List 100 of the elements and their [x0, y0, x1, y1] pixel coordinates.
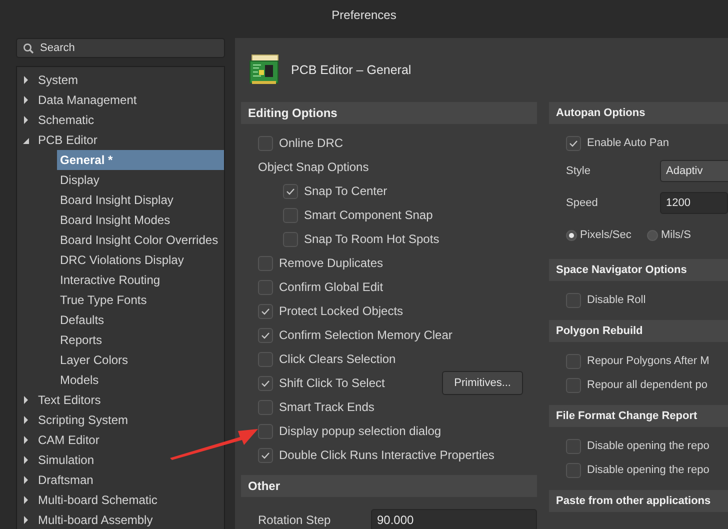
- search-icon: [23, 43, 34, 54]
- checkbox-label: Disable opening the repo: [587, 462, 710, 478]
- checkbox-label: Double Click Runs Interactive Properties: [279, 447, 494, 464]
- checkbox[interactable]: [258, 328, 273, 342]
- tree-item[interactable]: System: [35, 70, 82, 90]
- checkbox-label: Online DRC: [279, 135, 344, 152]
- tree-item[interactable]: Scripting System: [35, 410, 132, 430]
- checkmark-icon: [286, 188, 295, 194]
- checkbox[interactable]: [258, 400, 273, 414]
- tree-item[interactable]: Schematic: [35, 110, 98, 130]
- tree-item[interactable]: Simulation: [35, 450, 98, 470]
- tree-item[interactable]: Layer Colors: [57, 350, 224, 370]
- tree-item[interactable]: Multi-board Assembly: [35, 510, 156, 529]
- checkbox[interactable]: [566, 136, 581, 150]
- tree-item[interactable]: DRC Violations Display: [57, 250, 224, 270]
- checkbox[interactable]: [566, 438, 581, 454]
- search-field[interactable]: Search: [16, 38, 225, 58]
- checkbox-label: Remove Duplicates: [279, 255, 384, 272]
- caret-icon[interactable]: [23, 136, 29, 144]
- dropdown[interactable]: Adaptiv: [660, 160, 728, 182]
- checkbox[interactable]: [258, 256, 273, 270]
- checkmark-icon: [569, 140, 578, 146]
- section-header: Paste from other applications: [549, 490, 728, 512]
- group-label: Object Snap Options: [258, 159, 369, 176]
- checkbox[interactable]: [258, 352, 273, 366]
- checkbox[interactable]: [283, 208, 298, 222]
- tree-item[interactable]: Text Editors: [35, 390, 104, 410]
- tree-item[interactable]: Draftsman: [35, 470, 96, 490]
- section-header: Space Navigator Options: [549, 259, 728, 281]
- checkbox[interactable]: [258, 304, 273, 318]
- checkbox-label: Smart Track Ends: [279, 399, 374, 416]
- caret-icon[interactable]: [23, 476, 29, 484]
- window-title: Preferences: [332, 7, 396, 24]
- checkbox[interactable]: [258, 280, 273, 294]
- caret-icon[interactable]: [23, 116, 29, 124]
- tree-item[interactable]: Board Insight Modes: [57, 210, 224, 230]
- section-header: Autopan Options: [549, 102, 728, 124]
- tree-item[interactable]: Reports: [57, 330, 224, 350]
- checkbox[interactable]: [566, 354, 581, 368]
- checkbox-label: Repour all dependent po: [587, 378, 708, 393]
- checkbox-label: Snap To Room Hot Spots: [304, 231, 440, 248]
- page-title: PCB Editor – General: [291, 62, 412, 79]
- checkbox[interactable]: [566, 292, 581, 308]
- checkbox[interactable]: [566, 462, 581, 478]
- tree-item[interactable]: Display: [57, 170, 224, 190]
- tree-item[interactable]: Board Insight Display: [57, 190, 224, 210]
- checkbox[interactable]: [566, 378, 581, 392]
- section-header: Polygon Rebuild: [549, 320, 728, 342]
- primitives-button[interactable]: Primitives...: [442, 371, 523, 395]
- tree-item[interactable]: Board Insight Color Overrides: [57, 230, 224, 250]
- tree-item[interactable]: PCB Editor: [35, 130, 100, 150]
- checkmark-icon: [261, 308, 270, 314]
- tree-item[interactable]: Multi-board Schematic: [35, 490, 160, 510]
- checkbox-label: Snap To Center: [304, 183, 388, 200]
- field-label: Style: [566, 164, 592, 179]
- radio-button[interactable]: [566, 230, 577, 240]
- checkbox-label: Display popup selection dialog: [279, 423, 442, 440]
- radio-label: Pixels/Sec: [580, 228, 632, 243]
- caret-icon[interactable]: [23, 516, 29, 524]
- section-header: Editing Options: [241, 102, 537, 124]
- radio-button[interactable]: [647, 230, 658, 240]
- tree-item[interactable]: True Type Fonts: [57, 290, 224, 310]
- checkbox-label: Repour Polygons After M: [587, 354, 710, 369]
- tree-item[interactable]: General *: [57, 150, 224, 170]
- checkbox-label: Confirm Selection Memory Clear: [279, 327, 452, 344]
- checkbox[interactable]: [258, 376, 273, 390]
- checkbox[interactable]: [283, 184, 298, 198]
- checkbox[interactable]: [258, 424, 273, 438]
- checkbox-label: Disable Roll: [587, 292, 646, 308]
- caret-icon[interactable]: [23, 416, 29, 424]
- caret-icon[interactable]: [23, 96, 29, 104]
- field-label: Rotation Step: [258, 512, 332, 529]
- caret-icon[interactable]: [23, 76, 29, 84]
- caret-icon[interactable]: [23, 396, 29, 404]
- tree-item[interactable]: Defaults: [57, 310, 224, 330]
- checkmark-icon: [261, 380, 270, 386]
- tree-item[interactable]: Data Management: [35, 90, 140, 110]
- tree-item[interactable]: Interactive Routing: [57, 270, 224, 290]
- checkbox-label: Confirm Global Edit: [279, 279, 384, 296]
- input-field[interactable]: 1200: [660, 192, 728, 214]
- caret-icon[interactable]: [23, 496, 29, 504]
- radio-label: Mils/S: [661, 228, 691, 243]
- tree-item[interactable]: Models: [57, 370, 224, 390]
- checkmark-icon: [261, 452, 270, 458]
- input-field[interactable]: 90.000: [371, 509, 537, 529]
- checkbox-label: Enable Auto Pan: [587, 136, 669, 151]
- checkbox[interactable]: [258, 136, 273, 150]
- section-header: Other: [241, 475, 537, 497]
- caret-icon[interactable]: [23, 456, 29, 464]
- checkbox-label: Shift Click To Select: [279, 375, 385, 392]
- caret-icon[interactable]: [23, 436, 29, 444]
- checkbox[interactable]: [283, 232, 298, 246]
- checkbox[interactable]: [258, 448, 273, 462]
- tree-item[interactable]: CAM Editor: [35, 430, 102, 450]
- checkbox-label: Click Clears Selection: [279, 351, 396, 368]
- circuit-board-icon: [249, 54, 281, 86]
- section-header: File Format Change Report: [549, 405, 728, 427]
- checkbox-label: Protect Locked Objects: [279, 303, 404, 320]
- field-label: Speed: [566, 196, 599, 211]
- checkbox-label: Disable opening the repo: [587, 438, 710, 454]
